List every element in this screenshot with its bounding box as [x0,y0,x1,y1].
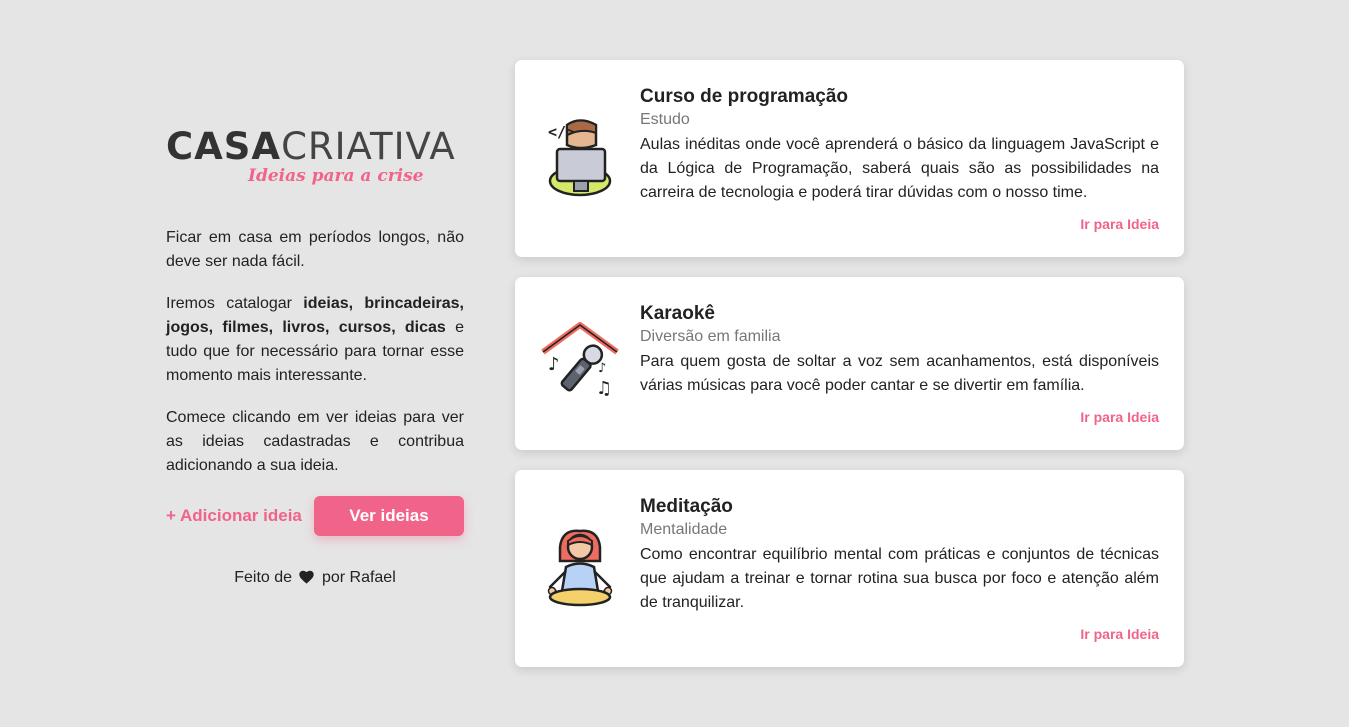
ideas-list: </> Curso de programação Estudo Aulas in… [515,60,1184,687]
svg-text:</>: </> [548,123,575,141]
card-body: Curso de programação Estudo Aulas inédit… [640,86,1159,205]
go-to-idea-link[interactable]: Ir para Ideia [1080,626,1159,642]
idea-card: </> Curso de programação Estudo Aulas in… [515,60,1184,257]
intro-paragraph-1: Ficar em casa em períodos longos, não de… [166,229,464,270]
sidebar: CASACRIATIVA Ideias para a crise Ficar e… [166,126,464,589]
card-description: Para quem gosta de soltar a voz sem acan… [640,353,1159,394]
card-description: Aulas inéditas onde você aprenderá o bás… [640,136,1159,201]
idea-card: ♪ ♫ ♪ Karaokê Diversão em familia Para q… [515,277,1184,450]
add-idea-link[interactable]: + Adicionar ideia [166,506,302,526]
intro-p2-start: Iremos catalogar [166,295,304,312]
svg-text:♪: ♪ [548,354,560,375]
card-title: Curso de programação [640,86,848,107]
footer-text-before: Feito de [234,569,293,586]
card-body: Karaokê Diversão em familia Para quem go… [640,303,1159,398]
heart-icon [299,570,315,589]
go-to-idea-link[interactable]: Ir para Ideia [1080,409,1159,425]
card-title: Meditação [640,496,733,517]
svg-text:♪: ♪ [598,361,606,376]
card-title: Karaokê [640,303,715,324]
card-category: Diversão em familia [640,328,781,345]
card-description: Como encontrar equilíbrio mental com prá… [640,546,1159,611]
logo-bold: CASA [166,125,282,168]
programmer-icon: </> [540,117,620,197]
logo-tagline: Ideias para a crise [248,166,424,186]
card-category: Estudo [640,111,690,128]
footer: Feito de por Rafael [166,569,464,589]
actions: + Adicionar ideia Ver ideias [166,496,464,536]
idea-card: Meditação Mentalidade Como encontrar equ… [515,470,1184,667]
go-to-idea-link[interactable]: Ir para Ideia [1080,216,1159,232]
logo-light: CRIATIVA [281,125,456,168]
logo-text: CASACRIATIVA [166,126,464,168]
svg-text:♫: ♫ [596,378,612,399]
logo: CASACRIATIVA Ideias para a crise [166,126,464,188]
karaoke-icon: ♪ ♫ ♪ [540,322,620,402]
card-category: Mentalidade [640,521,728,538]
meditation-icon [540,527,620,607]
view-ideas-button[interactable]: Ver ideias [314,496,464,536]
intro-paragraph-3: Comece clicando em ver ideias para ver a… [166,409,464,474]
footer-text-after: por Rafael [321,569,396,586]
intro-text: Ficar em casa em períodos longos, não de… [166,226,464,478]
card-body: Meditação Mentalidade Como encontrar equ… [640,496,1159,615]
intro-paragraph-2: Iremos catalogar ideias, brincadeiras, j… [166,292,464,388]
